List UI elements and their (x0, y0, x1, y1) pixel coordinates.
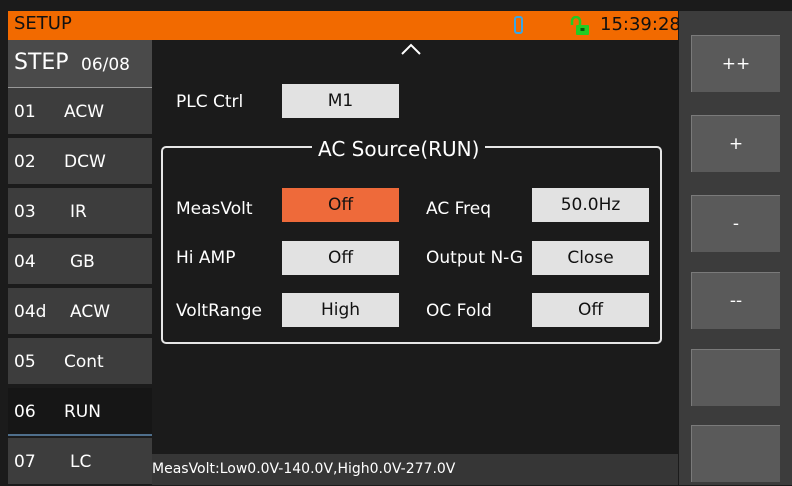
step-header-index: 06/08 (81, 55, 130, 75)
increment-large-button[interactable]: ++ (691, 35, 780, 92)
step-number: 04d (14, 302, 47, 322)
step-mode: GB (70, 252, 95, 272)
step-mode: RUN (64, 402, 101, 422)
side-button-panel: ++ + - -- (679, 11, 792, 485)
ac-freq-button[interactable]: 50.0Hz (532, 188, 649, 222)
step-number: 04 (14, 252, 36, 272)
hi-amp-button[interactable]: Off (282, 241, 399, 275)
oc-fold-button[interactable]: Off (532, 293, 649, 327)
step-mode: Cont (64, 352, 104, 372)
step-item-04d[interactable]: 04d ACW (8, 288, 152, 336)
increment-button[interactable]: + (691, 115, 780, 172)
step-mode: ACW (64, 102, 105, 122)
oc-fold-label: OC Fold (426, 301, 492, 321)
main-panel: PLC Ctrl M1 AC Source(RUN) MeasVolt Off … (152, 40, 678, 485)
step-item-04[interactable]: 04 GB (8, 238, 152, 286)
step-item-07[interactable]: 07 LC (8, 438, 152, 486)
step-number: 05 (14, 352, 36, 372)
step-mode: ACW (70, 302, 111, 322)
meas-volt-button[interactable]: Off (282, 188, 399, 222)
top-bar: SETUP 15:39:28 (8, 11, 681, 40)
meas-volt-label: MeasVolt (176, 199, 253, 219)
step-number: 07 (14, 452, 36, 472)
step-item-06[interactable]: 06 RUN (8, 388, 152, 436)
step-item-03[interactable]: 03 IR (8, 188, 152, 236)
setup-screen: SETUP 15:39:28 STEP 06/08 01 ACW 02 DCW … (0, 0, 792, 486)
step-number: 01 (14, 102, 36, 122)
step-mode: IR (70, 202, 87, 222)
output-ng-label: Output N-G (426, 248, 524, 268)
step-item-01[interactable]: 01 ACW (8, 88, 152, 136)
side-button-5[interactable] (691, 349, 780, 406)
step-number: 02 (14, 152, 36, 172)
step-number: 03 (14, 202, 36, 222)
status-text: MeasVolt:Low0.0V-140.0V,High0.0V-277.0V (152, 461, 456, 477)
page-title: SETUP (14, 13, 72, 34)
chevron-up-icon[interactable] (400, 42, 422, 56)
step-item-02[interactable]: 02 DCW (8, 138, 152, 186)
plc-ctrl-label: PLC Ctrl (176, 92, 244, 112)
ac-source-group-title: AC Source(RUN) (312, 137, 486, 161)
volt-range-button[interactable]: High (282, 293, 399, 327)
step-list: STEP 06/08 01 ACW 02 DCW 03 IR 04 GB 04d… (8, 40, 152, 486)
status-bar: MeasVolt:Low0.0V-140.0V,High0.0V-277.0V (152, 454, 678, 485)
volt-range-label: VoltRange (176, 301, 262, 321)
hi-amp-label: Hi AMP (176, 248, 236, 268)
step-mode: DCW (64, 152, 106, 172)
output-ng-button[interactable]: Close (532, 241, 649, 275)
decrement-large-button[interactable]: -- (691, 272, 780, 329)
side-button-6[interactable] (691, 425, 780, 482)
step-number: 06 (14, 402, 36, 422)
unlock-icon (570, 16, 589, 35)
step-header: STEP 06/08 (8, 40, 152, 88)
ac-freq-label: AC Freq (426, 199, 492, 219)
step-header-label: STEP (14, 50, 69, 75)
step-mode: LC (70, 452, 92, 472)
step-item-05[interactable]: 05 Cont (8, 338, 152, 386)
decrement-button[interactable]: - (691, 195, 780, 252)
usb-icon (514, 16, 523, 34)
plc-ctrl-button[interactable]: M1 (282, 84, 399, 118)
clock-time: 15:39:28 (600, 14, 681, 35)
